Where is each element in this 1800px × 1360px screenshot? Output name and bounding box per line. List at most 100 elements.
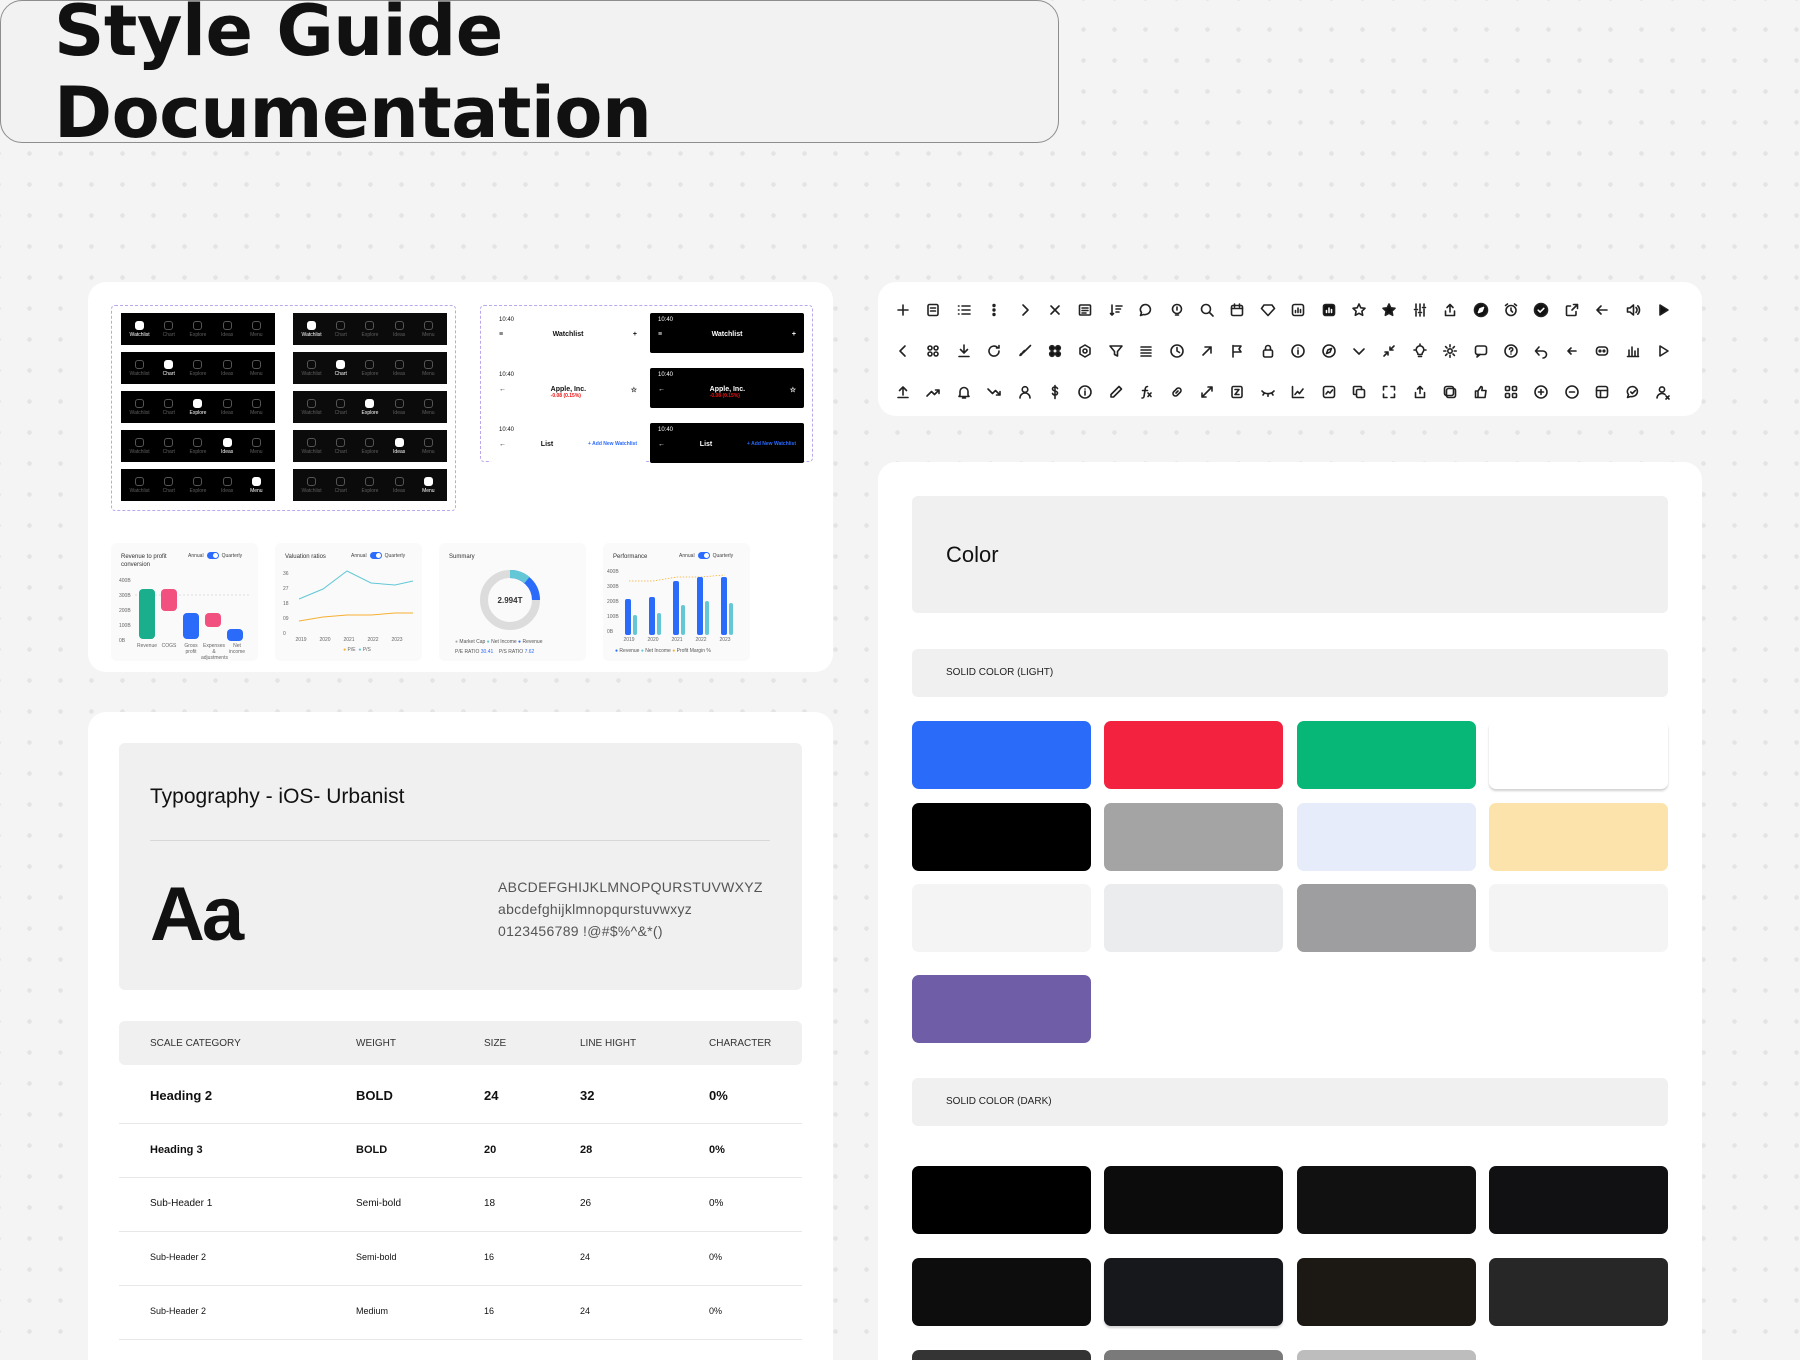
arrow-left-small-icon[interactable] (1564, 343, 1580, 359)
trend-up-icon[interactable] (925, 384, 941, 400)
chevron-down-icon[interactable] (1351, 343, 1367, 359)
color-swatch[interactable] (1104, 721, 1283, 789)
grid-icon[interactable] (925, 343, 941, 359)
nav-item-watchlist[interactable]: Watchlist (126, 320, 154, 338)
nav-item-watchlist[interactable]: Watchlist (298, 398, 326, 416)
nav-item-chart[interactable]: Chart (155, 437, 183, 455)
diamond-icon[interactable] (1260, 302, 1276, 318)
trend-down-icon[interactable] (986, 384, 1002, 400)
star-icon[interactable]: ☆ (790, 386, 796, 399)
chart-card-icon[interactable] (1321, 384, 1337, 400)
star-icon[interactable] (1351, 302, 1367, 318)
color-swatch[interactable] (1104, 884, 1283, 952)
nav-item-chart[interactable]: Chart (327, 476, 355, 494)
back-icon[interactable] (1533, 343, 1549, 359)
lock-icon[interactable] (1260, 343, 1276, 359)
news-icon[interactable] (1077, 302, 1093, 318)
nav-item-menu[interactable]: Menu (242, 437, 270, 455)
more-vertical-icon[interactable] (986, 302, 1002, 318)
color-swatch[interactable] (1489, 721, 1668, 789)
nav-item-menu[interactable]: Menu (414, 476, 442, 494)
back-arrow-icon[interactable]: ← (658, 386, 665, 399)
watchlist-row[interactable]: ← List + Add New Watchlist (499, 441, 637, 448)
nav-item-explore[interactable]: Explore (184, 437, 212, 455)
nav-item-ideas[interactable]: Ideas (213, 320, 241, 338)
external-icon[interactable] (1564, 302, 1580, 318)
nav-item-explore[interactable]: Explore (356, 437, 384, 455)
nav-item-explore[interactable]: Explore (184, 359, 212, 377)
nav-item-watchlist[interactable]: Watchlist (126, 476, 154, 494)
compass-icon[interactable] (1321, 343, 1337, 359)
color-swatch-dark[interactable] (912, 1166, 1091, 1234)
nav-item-watchlist[interactable]: Watchlist (126, 437, 154, 455)
back-arrow-icon[interactable]: ← (499, 441, 506, 448)
nav-item-ideas[interactable]: Ideas (385, 320, 413, 338)
nav-item-menu[interactable]: Menu (414, 437, 442, 455)
line-chart-icon[interactable] (1290, 384, 1306, 400)
nav-item-watchlist[interactable]: Watchlist (298, 437, 326, 455)
arrow-up-right-icon[interactable] (1199, 343, 1215, 359)
watchlist-row[interactable]: ← Apple, Inc. -0.08 (0.15%) ☆ (499, 386, 637, 399)
watchlist-row[interactable]: ≡ Watchlist + (658, 331, 796, 338)
color-swatch-dark[interactable] (1297, 1166, 1476, 1234)
add-watchlist-link[interactable]: + Add New Watchlist (588, 441, 637, 448)
nav-item-explore[interactable]: Explore (356, 320, 384, 338)
volume-icon[interactable] (1625, 302, 1641, 318)
nav-item-explore[interactable]: Explore (184, 398, 212, 416)
nav-item-menu[interactable]: Menu (414, 398, 442, 416)
arrow-left-icon[interactable] (1594, 302, 1610, 318)
nav-item-explore[interactable]: Explore (184, 476, 212, 494)
dollar-icon[interactable] (1047, 384, 1063, 400)
add-icon[interactable]: + (633, 331, 637, 338)
color-swatch[interactable] (912, 975, 1091, 1043)
nav-item-chart[interactable]: Chart (155, 359, 183, 377)
nav-item-watchlist[interactable]: Watchlist (126, 359, 154, 377)
nav-item-chart[interactable]: Chart (327, 437, 355, 455)
star-icon[interactable]: ☆ (631, 386, 637, 399)
compass-filled-icon[interactable] (1473, 302, 1489, 318)
watchlist-row[interactable]: ← List + Add New Watchlist (658, 441, 796, 448)
color-swatch-dark[interactable] (1489, 1258, 1668, 1326)
nav-item-ideas[interactable]: Ideas (385, 359, 413, 377)
export-icon[interactable] (1412, 384, 1428, 400)
help-icon[interactable] (1503, 343, 1519, 359)
gear-icon[interactable] (1442, 343, 1458, 359)
close-icon[interactable] (1047, 302, 1063, 318)
info-icon[interactable] (1290, 343, 1306, 359)
watchlist-row[interactable]: ≡ Watchlist + (499, 331, 637, 338)
color-swatch-dark[interactable] (1297, 1258, 1476, 1326)
color-swatch-dark[interactable] (1489, 1166, 1668, 1234)
nav-item-watchlist[interactable]: Watchlist (298, 359, 326, 377)
color-swatch[interactable] (1104, 803, 1283, 871)
add-watchlist-link[interactable]: + Add New Watchlist (747, 441, 796, 448)
watchlist-row[interactable]: ← Apple, Inc. -0.08 (0.15%) ☆ (658, 386, 796, 399)
edit-icon[interactable] (1108, 384, 1124, 400)
plus-icon[interactable] (895, 302, 911, 318)
color-swatch[interactable] (1297, 803, 1476, 871)
color-swatch[interactable] (912, 721, 1091, 789)
color-swatch-dark[interactable] (1104, 1258, 1283, 1326)
color-swatch[interactable] (1297, 884, 1476, 952)
color-swatch-dark[interactable] (912, 1350, 1091, 1360)
nav-item-menu[interactable]: Menu (414, 359, 442, 377)
nav-item-explore[interactable]: Explore (356, 359, 384, 377)
bulb-icon[interactable] (1169, 302, 1185, 318)
nav-item-chart[interactable]: Chart (155, 476, 183, 494)
chat-check-icon[interactable] (1625, 384, 1641, 400)
color-swatch[interactable] (1489, 803, 1668, 871)
lightbulb-icon[interactable] (1412, 343, 1428, 359)
nav-item-menu[interactable]: Menu (242, 320, 270, 338)
settings-icon[interactable] (1077, 343, 1093, 359)
chart-box-filled-icon[interactable] (1321, 302, 1337, 318)
like-icon[interactable] (1473, 384, 1489, 400)
play-filled-icon[interactable] (1655, 302, 1671, 318)
remove-circle-icon[interactable] (1564, 384, 1580, 400)
eye-closed-icon[interactable] (1260, 384, 1276, 400)
list-icon[interactable]: ≡ (658, 331, 662, 338)
user-icon[interactable] (1017, 384, 1033, 400)
clock-icon[interactable] (1169, 343, 1185, 359)
add-icon[interactable]: + (792, 331, 796, 338)
calendar-icon[interactable] (1229, 302, 1245, 318)
nav-item-ideas[interactable]: Ideas (213, 398, 241, 416)
color-swatch-dark[interactable] (1104, 1350, 1283, 1360)
